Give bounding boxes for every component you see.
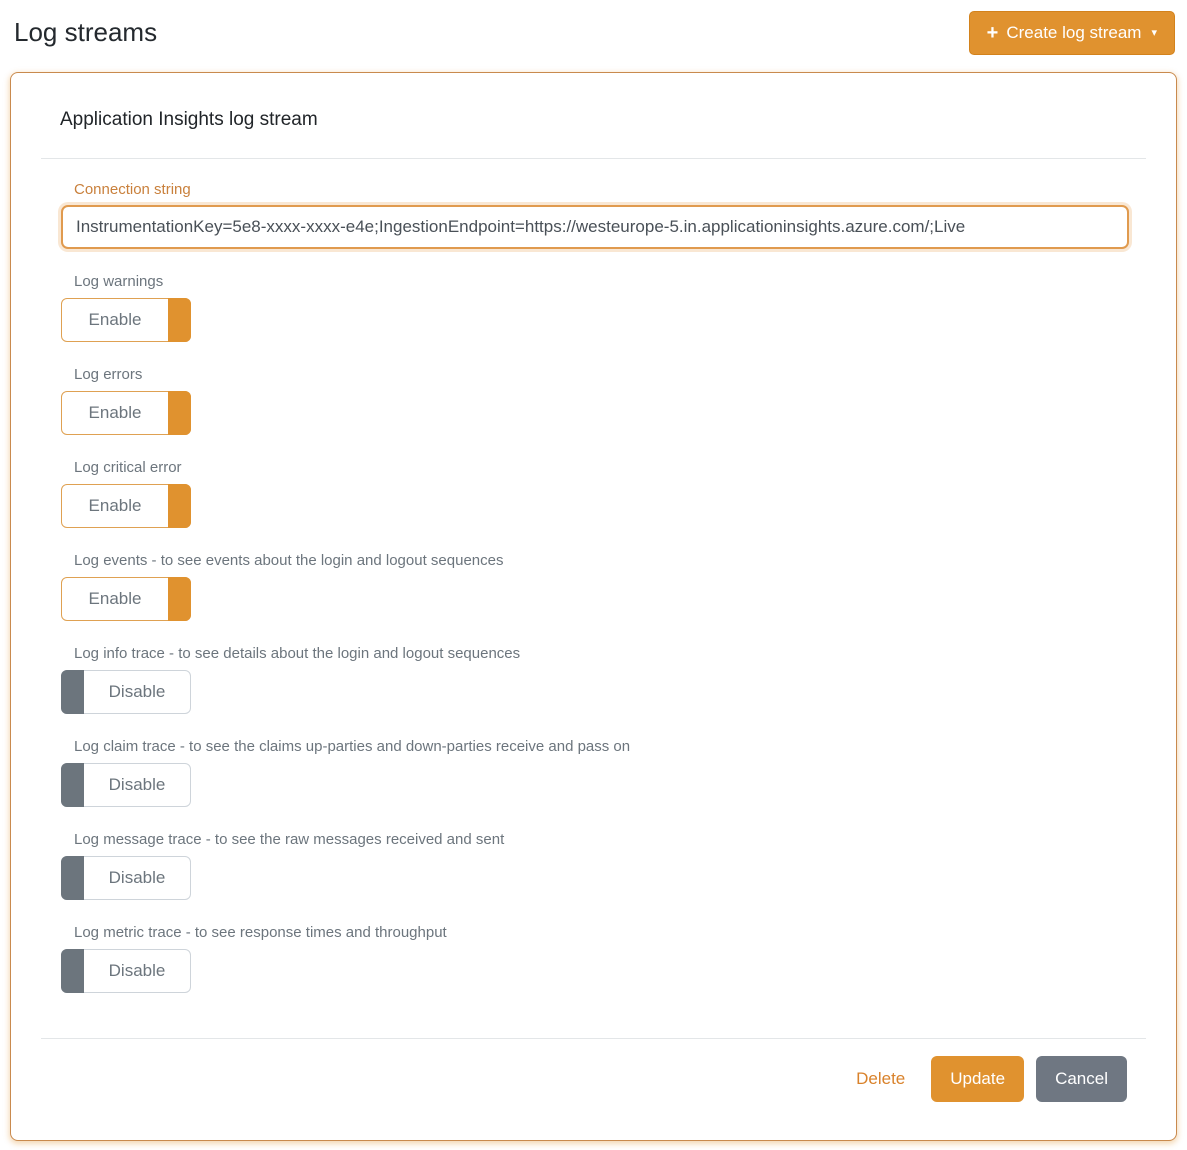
toggle-handle xyxy=(168,484,191,528)
connection-string-input[interactable] xyxy=(61,205,1129,249)
toggle-switch[interactable]: Disable xyxy=(61,949,191,993)
toggle-state-label: Disable xyxy=(109,682,166,702)
toggle-group: Log critical error Enable xyxy=(61,459,1129,528)
toggle-switch[interactable]: Enable xyxy=(61,391,191,435)
connection-string-label: Connection string xyxy=(74,181,1129,198)
toggle-list: Log warningsEnableLog errorsEnableLog cr… xyxy=(61,273,1129,993)
toggle-handle xyxy=(61,856,84,900)
toggle-state-label: Disable xyxy=(109,775,166,795)
toggle-state-label: Disable xyxy=(109,961,166,981)
toggle-group: Log claim trace - to see the claims up-p… xyxy=(61,738,1129,807)
footer-actions: Delete Update Cancel xyxy=(61,1056,1127,1102)
toggle-group: Log message trace - to see the raw messa… xyxy=(61,831,1129,900)
toggle-state-label: Enable xyxy=(89,310,142,330)
log-stream-panel-body: Application Insights log stream Connecti… xyxy=(11,73,1176,1140)
toggle-handle xyxy=(61,670,84,714)
toggle-state-label: Enable xyxy=(89,403,142,423)
cancel-button[interactable]: Cancel xyxy=(1036,1056,1127,1102)
toggle-label: Log critical error xyxy=(74,459,1129,476)
toggle-handle xyxy=(168,391,191,435)
toggle-group: Log warnings Enable xyxy=(61,273,1129,342)
plus-icon: + xyxy=(987,23,999,43)
toggle-label: Log claim trace - to see the claims up-p… xyxy=(74,738,1129,755)
toggle-state-label: Disable xyxy=(109,868,166,888)
toggle-state-label: Enable xyxy=(89,496,142,516)
toggle-switch[interactable]: Enable xyxy=(61,577,191,621)
toggle-switch[interactable]: Enable xyxy=(61,298,191,342)
toggle-label: Log warnings xyxy=(74,273,1129,290)
toggle-label: Log events - to see events about the log… xyxy=(74,552,1129,569)
toggle-switch[interactable]: Disable xyxy=(61,763,191,807)
update-button[interactable]: Update xyxy=(931,1056,1024,1102)
toggle-switch[interactable]: Disable xyxy=(61,670,191,714)
toggle-label: Log info trace - to see details about th… xyxy=(74,645,1129,662)
toggle-group: Log errors Enable xyxy=(61,366,1129,435)
create-log-stream-label: Create log stream xyxy=(1006,23,1141,43)
toggle-switch[interactable]: Disable xyxy=(61,856,191,900)
toggle-state-label: Enable xyxy=(89,589,142,609)
create-log-stream-button[interactable]: + Create log stream ▾ xyxy=(969,11,1175,55)
toggle-label: Log metric trace - to see response times… xyxy=(74,924,1129,941)
toggle-group: Log events - to see events about the log… xyxy=(61,552,1129,621)
toggle-handle xyxy=(168,298,191,342)
toggle-switch[interactable]: Enable xyxy=(61,484,191,528)
toggle-group: Log info trace - to see details about th… xyxy=(61,645,1129,714)
log-stream-panel: Application Insights log stream Connecti… xyxy=(10,72,1177,1141)
panel-heading: Application Insights log stream xyxy=(60,107,1146,133)
chevron-down-icon: ▾ xyxy=(1151,28,1157,39)
toggle-handle xyxy=(168,577,191,621)
toggle-label: Log message trace - to see the raw messa… xyxy=(74,831,1129,848)
form-fields: Connection string Log warningsEnableLog … xyxy=(61,181,1129,993)
toggle-handle xyxy=(61,949,84,993)
toggle-handle xyxy=(61,763,84,807)
toggle-group: Log metric trace - to see response times… xyxy=(61,924,1129,993)
topbar: Log streams + Create log stream ▾ xyxy=(0,0,1187,72)
delete-link[interactable]: Delete xyxy=(856,1069,905,1089)
footer-divider xyxy=(41,1038,1146,1039)
heading-divider xyxy=(41,158,1146,159)
toggle-label: Log errors xyxy=(74,366,1129,383)
